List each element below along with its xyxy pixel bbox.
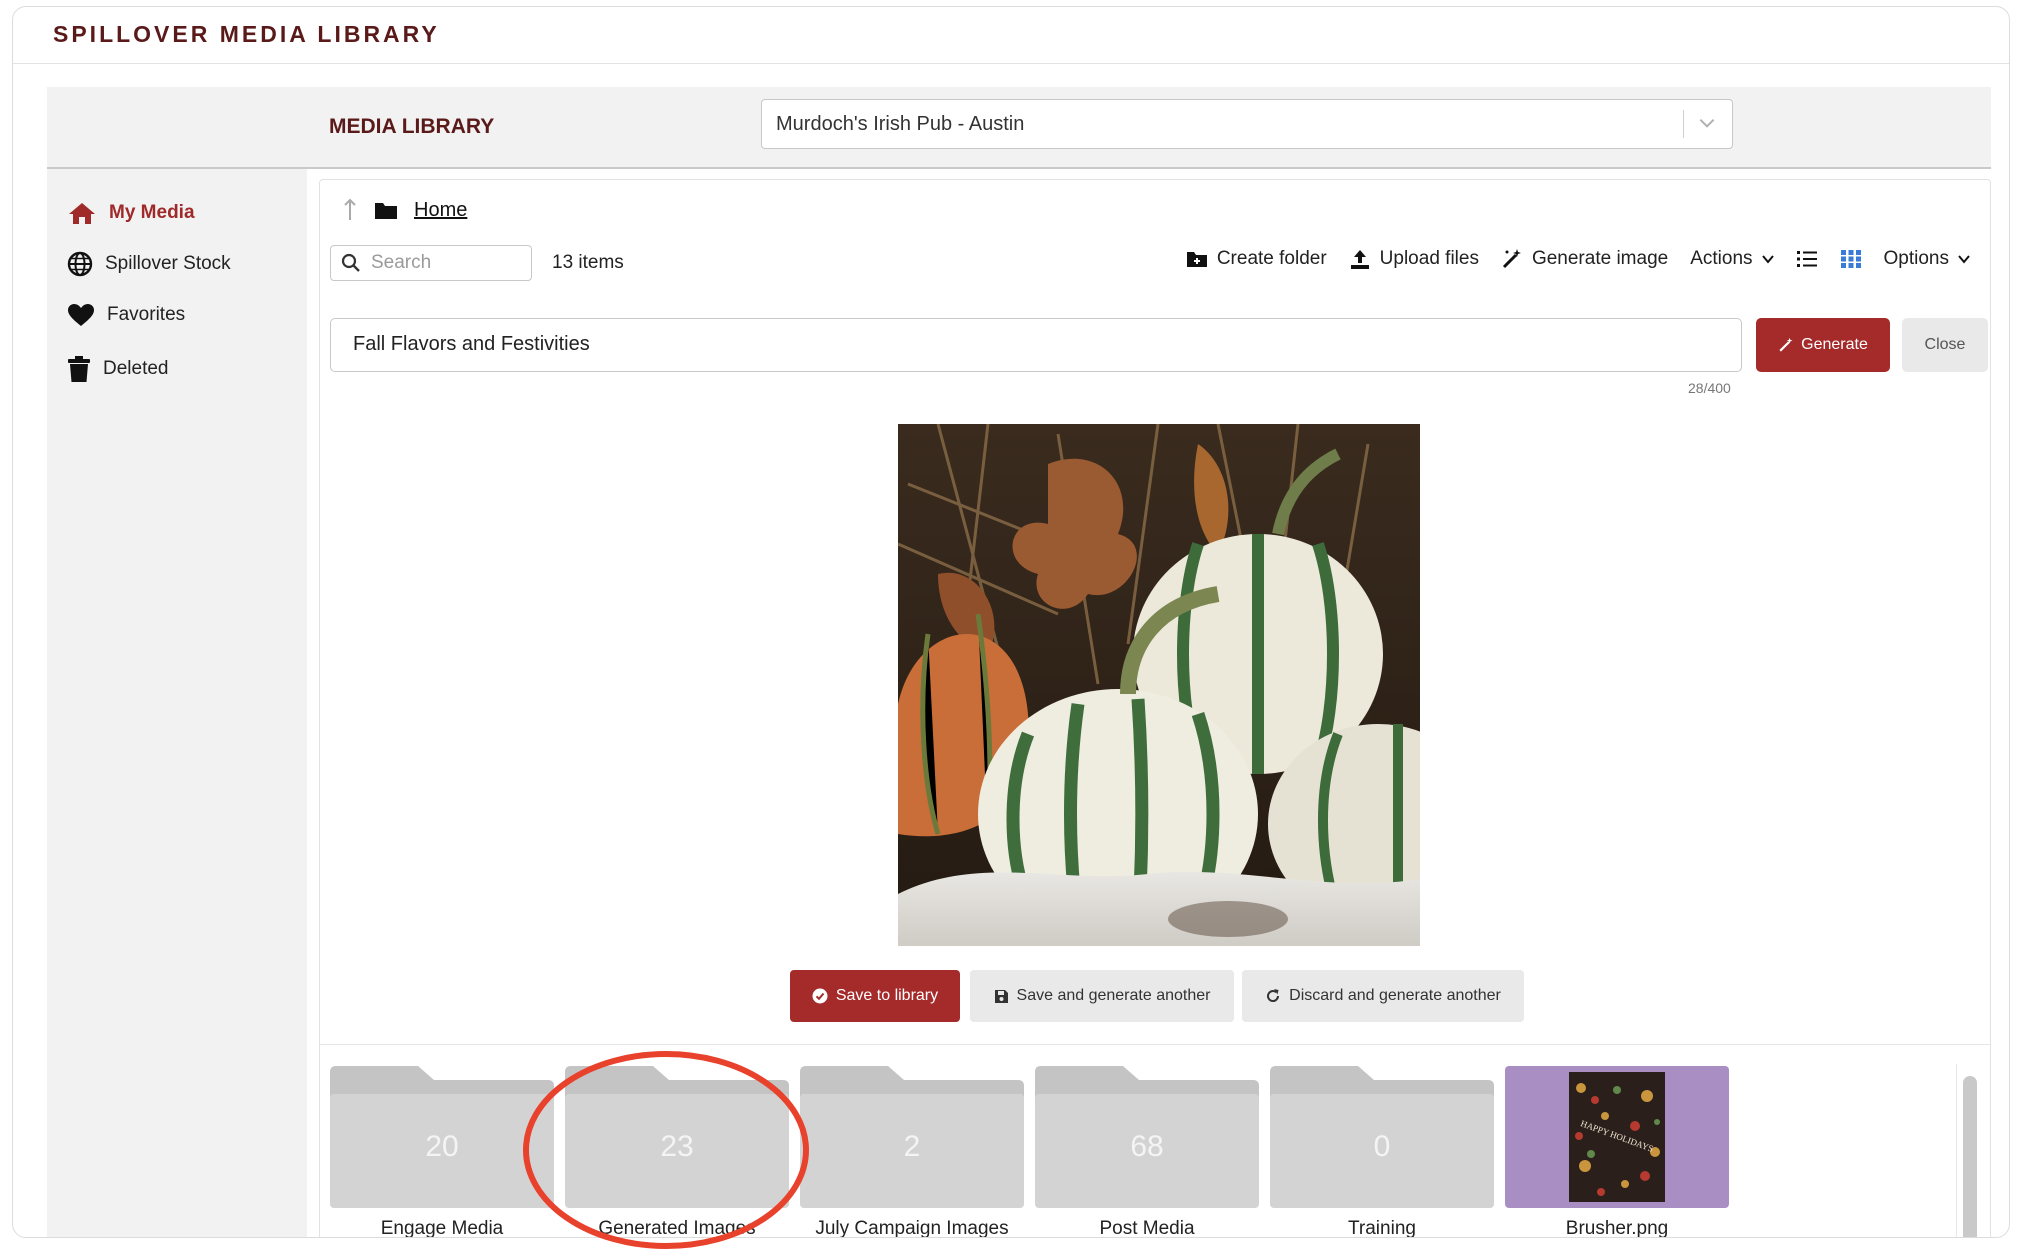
up-arrow-icon[interactable] xyxy=(342,198,358,222)
select-separator xyxy=(1683,110,1684,138)
folder-icon: 0 xyxy=(1270,1066,1494,1208)
sidebar-item-my-media[interactable]: My Media xyxy=(67,201,195,225)
magic-wand-icon xyxy=(1779,337,1793,352)
folder-name: Generated Images xyxy=(598,1218,756,1238)
folder-name: Training xyxy=(1348,1218,1416,1238)
folder-icon: 2 xyxy=(800,1066,1024,1208)
search-input[interactable] xyxy=(369,251,523,275)
folder-icon: 20 xyxy=(330,1066,554,1208)
header-label: MEDIA LIBRARY xyxy=(329,115,495,138)
scrollbar[interactable] xyxy=(1956,1064,1981,1237)
folder-icon: 23 xyxy=(565,1066,789,1208)
folder-plus-icon xyxy=(1186,252,1207,267)
scrollbar-thumb[interactable] xyxy=(1963,1076,1977,1237)
generated-image-preview xyxy=(898,424,1420,946)
home-icon xyxy=(69,203,95,224)
prompt-input[interactable]: Fall Flavors and Festivities xyxy=(330,318,1742,372)
globe-icon xyxy=(67,251,93,277)
folder-count: 68 xyxy=(1130,1130,1164,1163)
generate-label: Generate xyxy=(1801,336,1868,353)
folder-count: 2 xyxy=(903,1130,921,1163)
folder-tile[interactable]: 68 Post Media xyxy=(1035,1066,1259,1238)
folder-count: 0 xyxy=(1373,1130,1391,1163)
media-library-header: MEDIA LIBRARY Murdoch's Irish Pub - Aust… xyxy=(47,87,1991,169)
save-icon xyxy=(994,989,1008,1003)
app-window: SPILLOVER MEDIA LIBRARY MEDIA LIBRARY Mu… xyxy=(12,6,2010,1238)
folder-tile[interactable]: 23 Generated Images xyxy=(565,1066,789,1238)
upload-files-label: Upload files xyxy=(1379,248,1479,269)
save-generate-label: Save and generate another xyxy=(1016,987,1211,1004)
folder-tile[interactable]: 0 Training xyxy=(1270,1066,1494,1238)
save-label: Save to library xyxy=(835,987,939,1004)
upload-icon xyxy=(1350,250,1369,269)
main-panel: Home 13 items Create folder Upload files… xyxy=(319,179,1991,1238)
location-select[interactable]: Murdoch's Irish Pub - Austin xyxy=(761,99,1733,149)
sidebar: My Media Spillover Stock Favorites Delet… xyxy=(47,169,307,1237)
location-select-value: Murdoch's Irish Pub - Austin xyxy=(776,113,1025,135)
pumpkin-photo xyxy=(898,424,1420,946)
options-dropdown[interactable]: Options xyxy=(1884,248,1970,270)
save-to-library-button[interactable]: Save to library xyxy=(790,970,960,1022)
prompt-text: Fall Flavors and Festivities xyxy=(353,333,590,355)
image-thumbnail: HAPPY HOLIDAYS xyxy=(1505,1066,1729,1208)
folder-name: Engage Media xyxy=(380,1218,504,1238)
actions-dropdown[interactable]: Actions xyxy=(1690,248,1774,270)
image-name: Brusher.png xyxy=(1565,1218,1669,1238)
options-label: Options xyxy=(1883,248,1949,269)
chevron-down-icon xyxy=(1761,255,1774,264)
grid-view-icon[interactable] xyxy=(1840,249,1862,269)
generate-button[interactable]: Generate xyxy=(1756,318,1890,372)
list-view-icon[interactable] xyxy=(1796,249,1818,269)
app-title: SPILLOVER MEDIA LIBRARY xyxy=(53,21,440,47)
sidebar-item-label: Spillover Stock xyxy=(105,253,231,274)
folder-tile[interactable]: 20 Engage Media xyxy=(330,1066,554,1238)
actions-label: Actions xyxy=(1690,248,1753,269)
generate-image-label: Generate image xyxy=(1531,248,1669,269)
search-icon xyxy=(341,253,360,272)
refresh-icon xyxy=(1267,989,1280,1002)
toolbar: Create folder Upload files Generate imag… xyxy=(1186,248,1970,270)
check-circle-icon xyxy=(812,988,828,1004)
divider xyxy=(320,1044,1990,1045)
image-tile[interactable]: HAPPY HOLIDAYS Brusher.png xyxy=(1505,1066,1729,1238)
create-folder-label: Create folder xyxy=(1216,248,1327,269)
discard-label: Discard and generate another xyxy=(1289,987,1501,1004)
folder-name: July Campaign Images xyxy=(815,1218,1009,1238)
create-folder-button[interactable]: Create folder xyxy=(1186,248,1327,270)
breadcrumb: Home xyxy=(342,198,467,222)
sidebar-item-favorites[interactable]: Favorites xyxy=(67,303,185,327)
trash-icon xyxy=(68,356,90,382)
sidebar-item-label: Deleted xyxy=(103,358,169,379)
folder-icon xyxy=(375,203,397,219)
generate-image-button[interactable]: Generate image xyxy=(1501,248,1668,270)
sidebar-item-label: Favorites xyxy=(107,304,186,325)
folder-count: 20 xyxy=(425,1130,459,1163)
breadcrumb-home-link[interactable]: Home xyxy=(414,199,467,222)
sidebar-item-spillover-stock[interactable]: Spillover Stock xyxy=(67,251,231,277)
character-count: 28/400 xyxy=(1688,380,1731,396)
chevron-down-icon[interactable] xyxy=(1696,112,1718,134)
folder-count: 23 xyxy=(660,1130,694,1163)
close-button[interactable]: Close xyxy=(1902,318,1988,372)
folder-tile[interactable]: 2 July Campaign Images xyxy=(800,1066,1024,1238)
folder-icon: 68 xyxy=(1035,1066,1259,1208)
magic-wand-icon xyxy=(1502,249,1521,269)
sidebar-item-deleted[interactable]: Deleted xyxy=(67,355,169,383)
heart-icon xyxy=(68,304,94,326)
upload-files-button[interactable]: Upload files xyxy=(1349,248,1479,270)
divider xyxy=(13,63,2009,64)
sidebar-item-label: My Media xyxy=(109,202,195,223)
discard-and-generate-button[interactable]: Discard and generate another xyxy=(1242,970,1524,1022)
save-and-generate-button[interactable]: Save and generate another xyxy=(970,970,1234,1022)
items-count: 13 items xyxy=(552,252,624,273)
chevron-down-icon xyxy=(1958,255,1970,264)
folder-name: Post Media xyxy=(1099,1218,1195,1238)
search-box[interactable] xyxy=(330,245,532,281)
